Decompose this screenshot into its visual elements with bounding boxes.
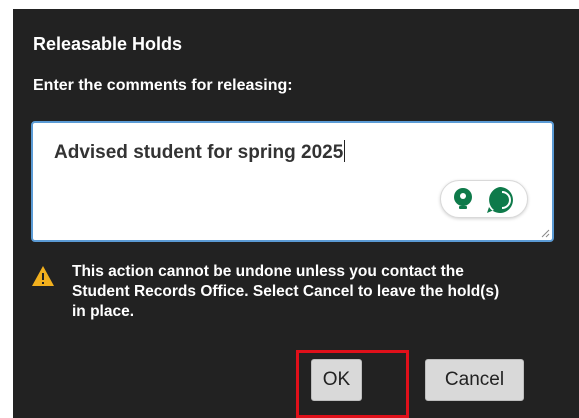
releasable-holds-dialog: Releasable Holds Enter the comments for … [13, 9, 579, 418]
comments-textarea[interactable]: Advised student for spring 2025 [31, 121, 554, 242]
comments-value[interactable]: Advised student for spring 2025 [54, 140, 346, 164]
resize-grip-icon[interactable] [540, 228, 550, 238]
comments-prompt-label: Enter the comments for releasing: [33, 77, 293, 94]
warning-triangle-icon [32, 266, 54, 286]
cancel-button[interactable]: Cancel [425, 359, 524, 401]
writing-assistant-widget[interactable] [440, 180, 528, 218]
warning-message: This action cannot be undone unless you … [72, 263, 500, 320]
ok-button[interactable]: OK [311, 359, 362, 401]
lightbulb-icon[interactable] [451, 187, 475, 211]
chat-bubble-icon[interactable] [485, 185, 515, 215]
text-caret [344, 140, 346, 162]
dialog-title: Releasable Holds [33, 34, 183, 54]
